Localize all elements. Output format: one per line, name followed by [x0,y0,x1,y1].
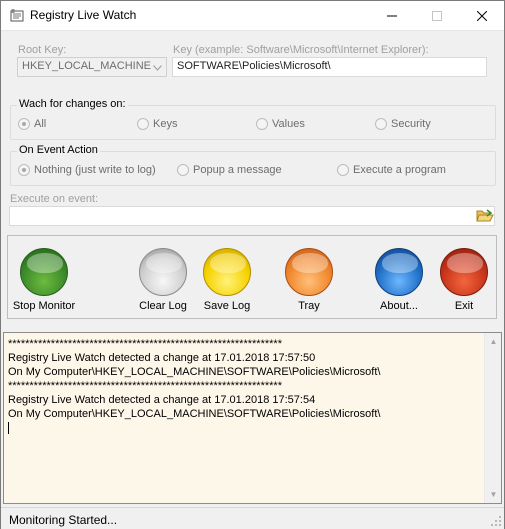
stop-monitor-button[interactable]: Stop Monitor [4,236,84,316]
text-caret [8,421,380,435]
execute-input[interactable] [9,206,495,226]
action-popup-label: Popup a message [193,164,282,176]
app-icon [10,9,24,22]
tray-button[interactable]: Tray [269,236,349,316]
action-popup-radio[interactable]: Popup a message [177,164,282,176]
radio-icon [337,164,349,176]
main-window: Registry Live Watch Root Key: HKEY_LOCAL… [0,0,505,529]
log-line: On My Computer\HKEY_LOCAL_MACHINE\SOFTWA… [8,408,381,420]
watch-group-title: Wach for changes on: [17,98,128,110]
log-line: ****************************************… [8,338,282,350]
save-log-icon [203,248,251,296]
title-bar: Registry Live Watch [1,1,504,31]
radio-checked-icon [18,164,30,176]
about-icon [375,248,423,296]
watch-keys-label: Keys [153,118,178,130]
exit-icon [440,248,488,296]
minimize-button[interactable] [369,1,414,30]
key-value: SOFTWARE\Policies\Microsoft\ [177,60,331,72]
folder-open-icon[interactable] [476,209,494,223]
log-line: Registry Live Watch detected a change at… [8,352,316,364]
event-action-title: On Event Action [17,144,100,156]
status-bar: Monitoring Started... [1,507,504,529]
maximize-button[interactable] [414,1,459,30]
watch-security-label: Security [391,118,431,130]
close-icon [476,10,487,21]
stop-monitor-icon [20,248,68,296]
tray-icon [285,248,333,296]
action-execute-radio[interactable]: Execute a program [337,164,446,176]
root-key-label: Root Key: [18,44,67,56]
window-title: Registry Live Watch [30,8,137,22]
status-text: Monitoring Started... [9,513,118,527]
action-execute-label: Execute a program [353,164,446,176]
log-line: ****************************************… [8,380,282,392]
chevron-down-icon [153,65,162,71]
radio-icon [177,164,189,176]
close-button[interactable] [459,1,504,30]
watch-all-label: All [34,118,47,130]
log-line: Registry Live Watch detected a change at… [8,394,316,406]
watch-security-radio[interactable]: Security [375,118,431,130]
minimize-icon [386,15,397,16]
execute-label: Execute on event: [10,193,99,205]
log-scrollbar[interactable]: ▲ ▼ [484,333,501,503]
log-line: On My Computer\HKEY_LOCAL_MACHINE\SOFTWA… [8,366,381,378]
stop-monitor-label: Stop Monitor [12,300,76,312]
action-nothing-radio[interactable]: Nothing (just write to log) [18,164,156,176]
exit-button[interactable]: Exit [424,236,504,316]
root-key-value: HKEY_LOCAL_MACHINE [22,60,151,72]
key-label: Key (example: Software\Microsoft\Interne… [173,44,429,56]
clear-log-icon [139,248,187,296]
scroll-down-icon[interactable]: ▼ [485,486,502,503]
action-button-panel: Stop Monitor Clear Log Save Log Tray Abo… [7,235,497,319]
resize-grip-icon[interactable] [490,515,502,527]
exit-label: Exit [454,300,474,312]
key-input[interactable]: SOFTWARE\Policies\Microsoft\ [172,57,487,77]
scroll-up-icon[interactable]: ▲ [485,333,502,350]
root-key-dropdown[interactable]: HKEY_LOCAL_MACHINE [17,57,167,77]
watch-keys-radio[interactable]: Keys [137,118,177,130]
watch-all-radio[interactable]: All [18,118,46,130]
watch-values-label: Values [272,118,305,130]
log-lines: ****************************************… [8,337,380,435]
watch-values-radio[interactable]: Values [256,118,305,130]
save-log-label: Save Log [203,300,251,312]
tray-label: Tray [298,300,320,312]
log-textarea[interactable]: ****************************************… [3,332,502,504]
save-log-button[interactable]: Save Log [187,236,267,316]
radio-icon [256,118,268,130]
radio-checked-icon [18,118,30,130]
radio-icon [375,118,387,130]
maximize-icon [431,10,442,21]
radio-icon [137,118,149,130]
action-nothing-label: Nothing (just write to log) [34,164,156,176]
